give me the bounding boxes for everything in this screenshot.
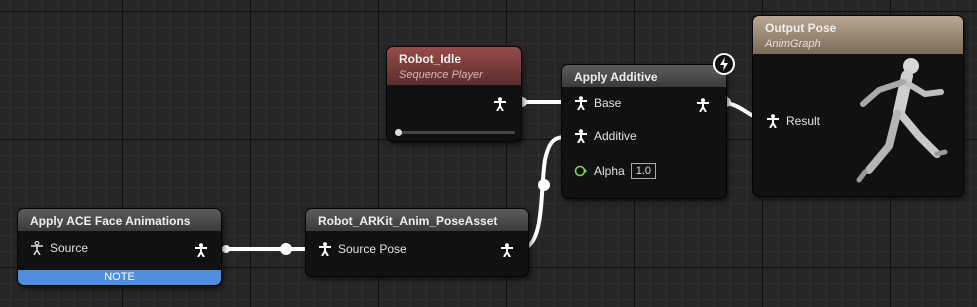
- apply-additive-node[interactable]: Apply Additive Base Additive Alpha 1.0: [562, 65, 726, 198]
- playback-slider[interactable]: [397, 131, 515, 134]
- node-title: Robot_Idle: [399, 52, 461, 66]
- source-pose-pin[interactable]: Source Pose: [318, 242, 407, 256]
- pose-output-pin-icon[interactable]: [493, 97, 507, 111]
- running-mannequin-icon: [856, 58, 948, 183]
- apply-ace-face-animations-node[interactable]: Apply ACE Face Animations Source NOTE: [18, 209, 221, 285]
- source-pin-label: Source: [50, 241, 89, 255]
- robot-idle-node[interactable]: Robot_Idle Sequence Player: [387, 47, 521, 141]
- alpha-pin-label: Alpha: [594, 164, 625, 178]
- note-bar[interactable]: NOTE: [18, 270, 221, 285]
- pose-pin-outline-icon: [31, 241, 43, 255]
- node-title: Output Pose: [765, 21, 837, 35]
- node-title: Apply Additive: [562, 65, 726, 87]
- node-subtitle: AnimGraph: [765, 38, 821, 50]
- node-title: Apply ACE Face Animations: [18, 209, 221, 231]
- node-subtitle: Sequence Player: [399, 69, 483, 81]
- reroute-knot: [222, 245, 230, 253]
- source-pin[interactable]: Source: [30, 241, 88, 255]
- node-title: Robot_ARKit_Anim_PoseAsset: [306, 209, 528, 231]
- pose-pin-icon: [575, 129, 587, 143]
- robot-arkit-poseasset-node[interactable]: Robot_ARKit_Anim_PoseAsset Source Pose: [306, 209, 528, 276]
- pose-output-pin-icon[interactable]: [194, 243, 208, 257]
- pose-output-pin-icon[interactable]: [696, 98, 710, 112]
- output-pose-node[interactable]: Output Pose AnimGraph Result: [753, 16, 963, 196]
- base-pin[interactable]: Base: [574, 96, 621, 110]
- playback-slider-knob[interactable]: [395, 129, 402, 136]
- pose-pin-icon: [575, 96, 587, 110]
- alpha-value-field[interactable]: 1.0: [630, 163, 656, 179]
- source-pose-label: Source Pose: [338, 242, 407, 256]
- reroute-knot: [280, 243, 292, 255]
- pose-pin-icon: [319, 242, 331, 256]
- reroute-knot: [538, 179, 550, 191]
- result-pin-label: Result: [786, 114, 821, 128]
- pose-pin-icon: [767, 114, 779, 128]
- float-pin-icon: [574, 165, 587, 177]
- node-header: Output Pose AnimGraph: [753, 16, 963, 54]
- pose-output-pin-icon[interactable]: [500, 243, 514, 257]
- additive-pin-label: Additive: [594, 129, 637, 143]
- alpha-pin[interactable]: Alpha 1.0: [574, 163, 656, 179]
- base-pin-label: Base: [594, 96, 622, 110]
- additive-pin[interactable]: Additive: [574, 129, 637, 143]
- result-pin[interactable]: Result: [766, 114, 820, 128]
- node-header: Robot_Idle Sequence Player: [387, 47, 521, 85]
- fast-path-lightning-icon: [713, 53, 735, 75]
